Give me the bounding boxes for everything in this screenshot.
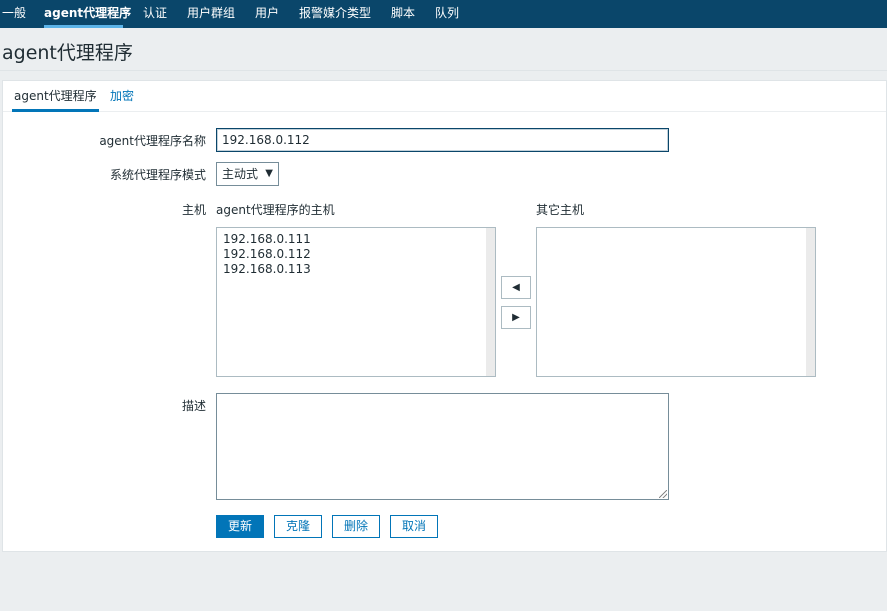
update-button[interactable]: 更新 <box>216 515 264 538</box>
list-item[interactable]: 192.168.0.111 <box>217 232 495 247</box>
cancel-button[interactable]: 取消 <box>390 515 438 538</box>
nav-item-scripts[interactable]: 脚本 <box>391 0 415 28</box>
resize-handle-icon[interactable] <box>659 490 667 498</box>
clone-button[interactable]: 克隆 <box>274 515 322 538</box>
form-card: agent代理程序 加密 agent代理程序名称 192.168.0.112 系… <box>2 80 887 552</box>
proxy-name-label: agent代理程序名称 <box>99 134 206 148</box>
nav-item-general[interactable]: 一般 <box>2 0 26 28</box>
proxy-mode-value: 主动式 <box>222 167 259 181</box>
move-right-button[interactable]: ▶ <box>501 306 531 329</box>
nav-item-media-types[interactable]: 报警媒介类型 <box>299 0 371 28</box>
list-item[interactable]: 192.168.0.112 <box>217 247 495 262</box>
agent-hosts-list[interactable]: 192.168.0.111 192.168.0.112 192.168.0.11… <box>216 227 496 377</box>
description-label: 描述 <box>181 399 206 413</box>
list-scrollbar[interactable] <box>806 228 815 376</box>
top-navigation: 一般 agent代理程序 认证 用户群组 用户 报警媒介类型 脚本 队列 <box>0 0 887 28</box>
caret-down-icon: ▼ <box>265 168 273 179</box>
list-item[interactable]: 192.168.0.113 <box>217 262 495 277</box>
proxy-mode-select[interactable]: 主动式 ▼ <box>216 162 279 186</box>
proxy-mode-label: 系统代理程序模式 <box>109 168 206 182</box>
page-title: agent代理程序 <box>2 42 133 64</box>
delete-button[interactable]: 删除 <box>332 515 380 538</box>
move-left-button[interactable]: ◀ <box>501 276 531 299</box>
nav-item-users[interactable]: 用户 <box>255 0 279 28</box>
other-hosts-caption: 其它主机 <box>536 203 585 217</box>
other-hosts-list[interactable] <box>536 227 816 377</box>
nav-item-authentication[interactable]: 认证 <box>143 0 167 28</box>
list-scrollbar[interactable] <box>486 228 495 376</box>
tab-encryption[interactable]: 加密 <box>110 81 134 112</box>
nav-item-queue[interactable]: 队列 <box>435 0 459 28</box>
description-textarea[interactable] <box>216 393 669 500</box>
agent-hosts-caption: agent代理程序的主机 <box>216 203 335 217</box>
hosts-label: 主机 <box>181 203 206 217</box>
tabs-divider <box>3 111 886 112</box>
tab-proxy[interactable]: agent代理程序 <box>12 81 99 112</box>
proxy-name-input[interactable]: 192.168.0.112 <box>216 128 669 152</box>
nav-item-proxies[interactable]: agent代理程序 <box>44 0 131 28</box>
title-divider <box>0 70 887 71</box>
nav-item-user-groups[interactable]: 用户群组 <box>187 0 235 28</box>
